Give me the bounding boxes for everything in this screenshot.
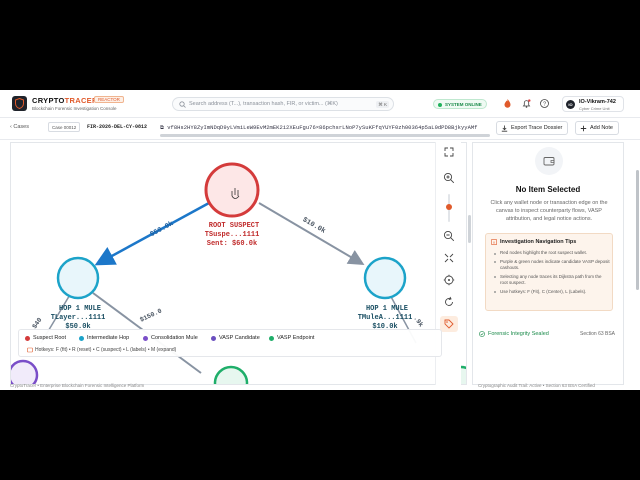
shield-logo-icon xyxy=(12,96,27,111)
tip-item: Red nodes highlight the root suspect wal… xyxy=(494,250,610,257)
search-icon xyxy=(179,101,186,108)
expand-icon[interactable] xyxy=(443,146,455,158)
page-scrollbar[interactable] xyxy=(636,170,639,290)
flame-icon[interactable] xyxy=(502,98,513,109)
graph-legend: Suspect Root Intermediate Hop Consolidat… xyxy=(18,329,442,357)
zoom-slider-knob[interactable] xyxy=(446,204,452,210)
section-label: Section 63 BSA xyxy=(580,331,616,337)
right-hop-address: TMuleA...1111 xyxy=(358,314,413,322)
root-sent: Sent: $60.0k xyxy=(207,240,257,248)
canvas-scrollbar[interactable] xyxy=(468,215,471,243)
add-note-button[interactable]: Add Note xyxy=(575,121,619,135)
user-role: Cyber Crime Unit xyxy=(579,106,610,111)
integrity-sealed-status: Forensic Integrity Sealed xyxy=(479,331,549,337)
check-circle-icon xyxy=(479,331,485,337)
left-hop-address: TLayer...1111 xyxy=(51,314,106,322)
case-tag: Case 00012 xyxy=(48,122,81,132)
keyboard-icon xyxy=(27,347,33,353)
legend-swatch xyxy=(211,336,216,341)
export-trace-dossier-button[interactable]: Export Trace Dossier xyxy=(496,121,569,135)
avatar: IO xyxy=(566,100,575,109)
edge-label-left: $50.0k xyxy=(149,220,175,239)
edge-root-to-right-hop[interactable] xyxy=(258,202,365,266)
tips-title: Investigation Navigation Tips xyxy=(500,239,577,245)
tag-icon xyxy=(444,319,454,329)
left-hop-title: HOP 1 MULE xyxy=(59,305,101,313)
panel-description: Click any wallet node or transaction edg… xyxy=(490,200,608,222)
system-status-badge: SYSTEM ONLINE xyxy=(433,99,487,109)
user-profile-button[interactable]: IO IO-Vikram-742 Cyber Crime Unit xyxy=(562,96,624,112)
brand-subtitle: Blockchain Forensic Investigation Consol… xyxy=(32,106,117,111)
right-hop-node[interactable]: HOP 1 MULE TMuleA...1111 $10.0k xyxy=(358,256,413,331)
tip-item: Use hotkeys: F (Fit), C (Center), L (Lab… xyxy=(494,289,610,296)
fit-view-icon[interactable] xyxy=(443,252,455,264)
hotkeys-hint: Hotkeys: F (fit) • R (reset) • C (suspec… xyxy=(27,347,176,353)
edge-label-far-right: .9k xyxy=(412,315,425,329)
panel-title: No Item Selected xyxy=(515,185,581,194)
zoom-out-icon[interactable] xyxy=(443,230,455,242)
inshot-watermark: InShOt xyxy=(522,345,585,367)
legend-item-vasp-endpoint: VASP Endpoint xyxy=(269,335,314,341)
search-placeholder: Search address (T...), transaction hash,… xyxy=(189,101,338,107)
edge-label-right: $10.0k xyxy=(301,216,327,236)
legend-item-consolidation-mule: Consolidation Mule xyxy=(143,335,198,341)
info-icon xyxy=(491,239,497,245)
user-name: IO-Vikram-742 xyxy=(579,99,616,105)
tip-item: Purple & green nodes indicate candidate … xyxy=(494,259,610,272)
root-address: TSuspe...1111 xyxy=(205,231,260,239)
right-hop-title: HOP 1 MULE xyxy=(366,305,408,313)
notification-bell-icon[interactable] xyxy=(521,98,532,109)
legend-item-intermediate-hop: Intermediate Hop xyxy=(79,335,129,341)
help-icon[interactable]: ? xyxy=(539,98,550,109)
root-suspect-node[interactable]: ROOT SUSPECT TSuspe...1111 Sent: $60.0k xyxy=(204,162,260,248)
legend-item-vasp-candidate: VASP Candidate xyxy=(211,335,260,341)
download-icon xyxy=(501,125,508,132)
left-hop-node[interactable]: HOP 1 MULE TLayer...1111 $50.0k xyxy=(51,256,106,331)
root-title: ROOT SUSPECT xyxy=(209,222,259,230)
footer-left: CryptoTracer • Enterprise Blockchain For… xyxy=(10,383,145,388)
svg-text:?: ? xyxy=(543,101,546,107)
edge-label-down: $150.0 xyxy=(139,307,163,323)
labels-toggle-button[interactable] xyxy=(440,316,458,332)
footer: CryptoTracer • Enterprise Blockchain For… xyxy=(0,383,640,390)
search-input[interactable]: Search address (T...), transaction hash,… xyxy=(172,97,394,111)
back-to-cases-link[interactable]: ‹ Cases xyxy=(10,124,29,130)
search-shortcut: ⌘ K xyxy=(376,101,389,108)
legend-swatch xyxy=(79,336,84,341)
wallet-address: ⧉ vf8Hs2HY8ZyImNDqD9yLVmiLeW9EvM2mEK2i2X… xyxy=(160,124,478,131)
center-target-icon[interactable] xyxy=(443,274,455,286)
fir-number: FIR-2026-DEL-CY-0812 xyxy=(87,124,148,130)
brand-name: CRYPTOTRACER xyxy=(32,96,98,105)
legend-swatch xyxy=(269,336,274,341)
reactor-badge: REACTOR xyxy=(94,96,124,103)
navigation-tips-box: Investigation Navigation Tips Red nodes … xyxy=(485,233,613,311)
zoom-in-icon[interactable] xyxy=(443,172,455,184)
status-dot-icon xyxy=(438,103,442,107)
plus-icon xyxy=(580,125,587,132)
footer-right: Cryptographic Audit Trail: Active • Sect… xyxy=(478,383,595,388)
reset-icon[interactable] xyxy=(443,296,455,308)
case-bar: ‹ Cases Case 00012 FIR-2026-DEL-CY-0812 … xyxy=(0,118,640,140)
vasp-candidate-node[interactable] xyxy=(11,359,39,385)
legend-swatch xyxy=(25,336,30,341)
tip-item: Selecting any node traces its Dijkstra p… xyxy=(494,274,610,287)
address-scrollbar[interactable] xyxy=(160,134,490,137)
legend-swatch xyxy=(143,336,148,341)
wallet-icon xyxy=(535,147,563,175)
top-header: CRYPTOTRACER REACTOR Blockchain Forensic… xyxy=(0,90,640,118)
legend-item-suspect-root: Suspect Root xyxy=(25,335,66,341)
